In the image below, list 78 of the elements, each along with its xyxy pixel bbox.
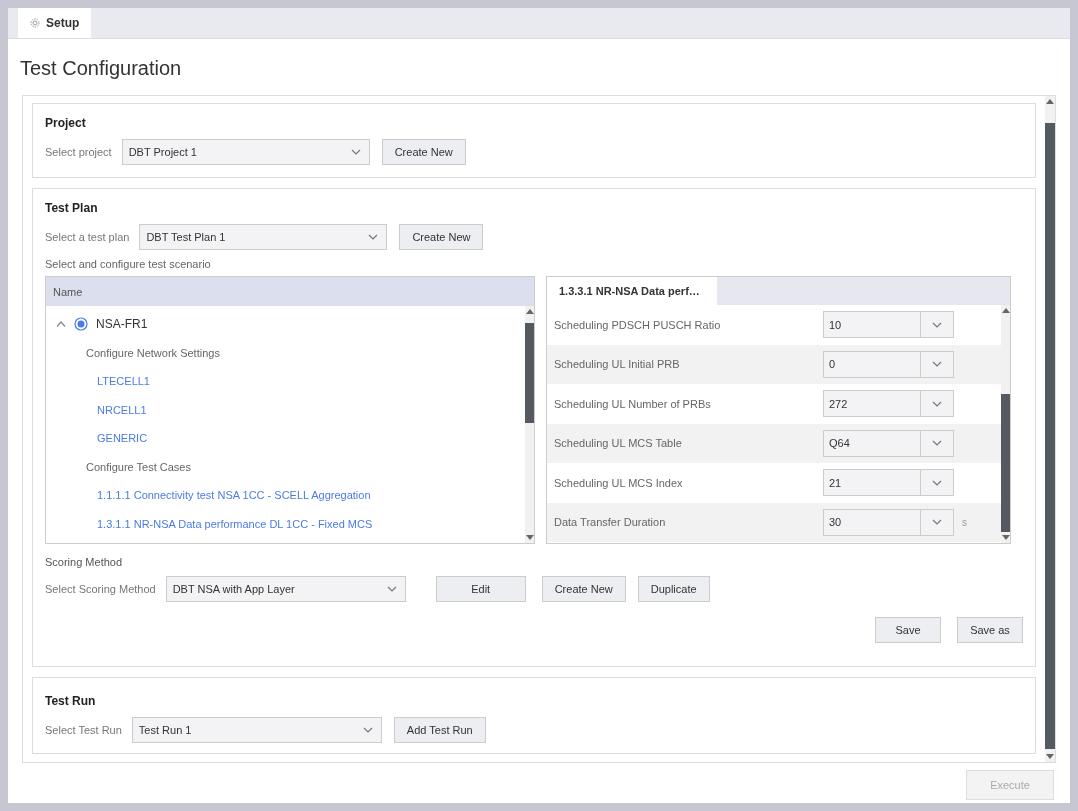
chevron-down-icon bbox=[932, 519, 942, 526]
subsection-heading: Scoring Method bbox=[45, 556, 124, 568]
caret-up-icon[interactable] bbox=[56, 321, 66, 328]
parameter-label: Scheduling PDSCH PUSCH Ratio bbox=[554, 318, 722, 331]
unit-label: s bbox=[962, 516, 967, 528]
dropdown-value: DBT Project 1 bbox=[128, 146, 197, 158]
dropdown-value: Test Run 1 bbox=[138, 724, 192, 736]
tree-link[interactable]: GENERIC bbox=[97, 432, 148, 445]
parameter-label: Scheduling UL MCS Index bbox=[554, 476, 684, 489]
scroll-up-icon bbox=[1001, 308, 1010, 313]
tree-item[interactable]: NSA-FR1 bbox=[96, 317, 148, 332]
tree-link[interactable]: 1.3.1.1 NR-NSA Data performance DL 1CC - Fixed MCS bbox=[97, 517, 373, 530]
chevron-down-icon bbox=[368, 234, 379, 240]
dropdown[interactable]: 21 bbox=[823, 469, 954, 497]
parameter-label: Scheduling UL Initial PRB bbox=[554, 358, 681, 371]
tree-link[interactable]: LTECELL1 bbox=[97, 375, 150, 388]
gear-icon bbox=[30, 18, 40, 28]
tree-group-label: Configure Test Cases bbox=[86, 460, 191, 473]
save-button[interactable]: Save as bbox=[957, 617, 1023, 643]
field-label: Select Scoring Method bbox=[45, 583, 156, 595]
create-new-button[interactable]: Create New bbox=[381, 139, 466, 165]
dropdown[interactable]: DBT Project 1 bbox=[121, 139, 370, 165]
parameter-label: Data Transfer Duration bbox=[554, 516, 667, 529]
tab[interactable]: 1.3.3.1 NR-NSA Data perf… bbox=[547, 277, 717, 305]
dropdown[interactable]: Test Run 1 bbox=[131, 717, 382, 743]
dropdown[interactable]: 272 bbox=[823, 390, 954, 418]
tree-link[interactable]: 1.1.1.1 Connectivity test NSA 1CC - SCELL Aggregation bbox=[97, 489, 371, 502]
chevron-down-icon bbox=[932, 440, 942, 447]
dropdown-value: 272 bbox=[828, 396, 849, 412]
dropdown-value: DBT Test Plan 1 bbox=[146, 231, 226, 243]
scroll-up-icon bbox=[1046, 99, 1054, 104]
dropdown[interactable]: 0 bbox=[823, 350, 954, 378]
page-title: Test Configuration bbox=[19, 56, 183, 81]
dropdown-value: 21 bbox=[828, 475, 843, 491]
scrollbar[interactable] bbox=[1045, 96, 1055, 762]
dropdown[interactable]: DBT NSA with App Layer bbox=[165, 576, 406, 602]
save-button[interactable]: Save bbox=[875, 617, 941, 643]
scroll-up-icon bbox=[525, 309, 534, 314]
scroll-down-icon bbox=[1001, 535, 1010, 540]
dropdown[interactable]: Q64 bbox=[823, 429, 954, 457]
chevron-down-icon bbox=[932, 400, 942, 407]
scroll-down-icon bbox=[1046, 754, 1054, 759]
action-button[interactable]: Duplicate bbox=[637, 576, 710, 602]
chevron-down-icon bbox=[932, 479, 942, 486]
radio-button[interactable] bbox=[74, 317, 88, 332]
tree-group-label: Configure Network Settings bbox=[86, 346, 220, 359]
dropdown[interactable]: 10 bbox=[823, 311, 954, 339]
dropdown-value: Q64 bbox=[828, 436, 851, 452]
dropdown-value: 0 bbox=[828, 357, 837, 373]
scroll-down-icon bbox=[525, 535, 534, 540]
dropdown[interactable]: 30 bbox=[823, 508, 954, 536]
dropdown[interactable]: DBT Test Plan 1 bbox=[139, 224, 388, 250]
field-label: Select Test Run bbox=[45, 724, 122, 736]
action-button[interactable]: Edit bbox=[435, 576, 526, 602]
action-button[interactable]: Create New bbox=[541, 576, 626, 602]
dropdown-value: 10 bbox=[828, 317, 843, 333]
chevron-down-icon bbox=[932, 361, 942, 368]
dropdown-value: DBT NSA with App Layer bbox=[172, 583, 295, 595]
chevron-down-icon bbox=[932, 321, 942, 328]
dropdown-value: 30 bbox=[828, 515, 843, 531]
field-label: Select project bbox=[45, 146, 112, 158]
column-header: Name bbox=[46, 277, 534, 306]
add-test-run-button[interactable]: Add Test Run bbox=[393, 717, 486, 743]
chevron-down-icon bbox=[362, 727, 373, 733]
section-heading: Project bbox=[45, 116, 87, 130]
instruction-text: Select and configure test scenario bbox=[45, 258, 212, 270]
tab[interactable]: Setup bbox=[18, 8, 92, 38]
chevron-down-icon bbox=[350, 149, 361, 155]
field-label: Select a test plan bbox=[45, 231, 130, 243]
parameter-label: Scheduling UL MCS Table bbox=[554, 437, 683, 450]
scrollbar[interactable] bbox=[1001, 305, 1010, 543]
chevron-down-icon bbox=[386, 586, 397, 592]
create-new-button[interactable]: Create New bbox=[399, 224, 484, 250]
parameter-label: Scheduling UL Number of PRBs bbox=[554, 397, 712, 410]
section-heading: Test Run bbox=[45, 694, 97, 708]
section-heading: Test Plan bbox=[45, 201, 99, 215]
tree-link[interactable]: NRCELL1 bbox=[97, 403, 147, 416]
scrollbar[interactable] bbox=[525, 306, 534, 543]
